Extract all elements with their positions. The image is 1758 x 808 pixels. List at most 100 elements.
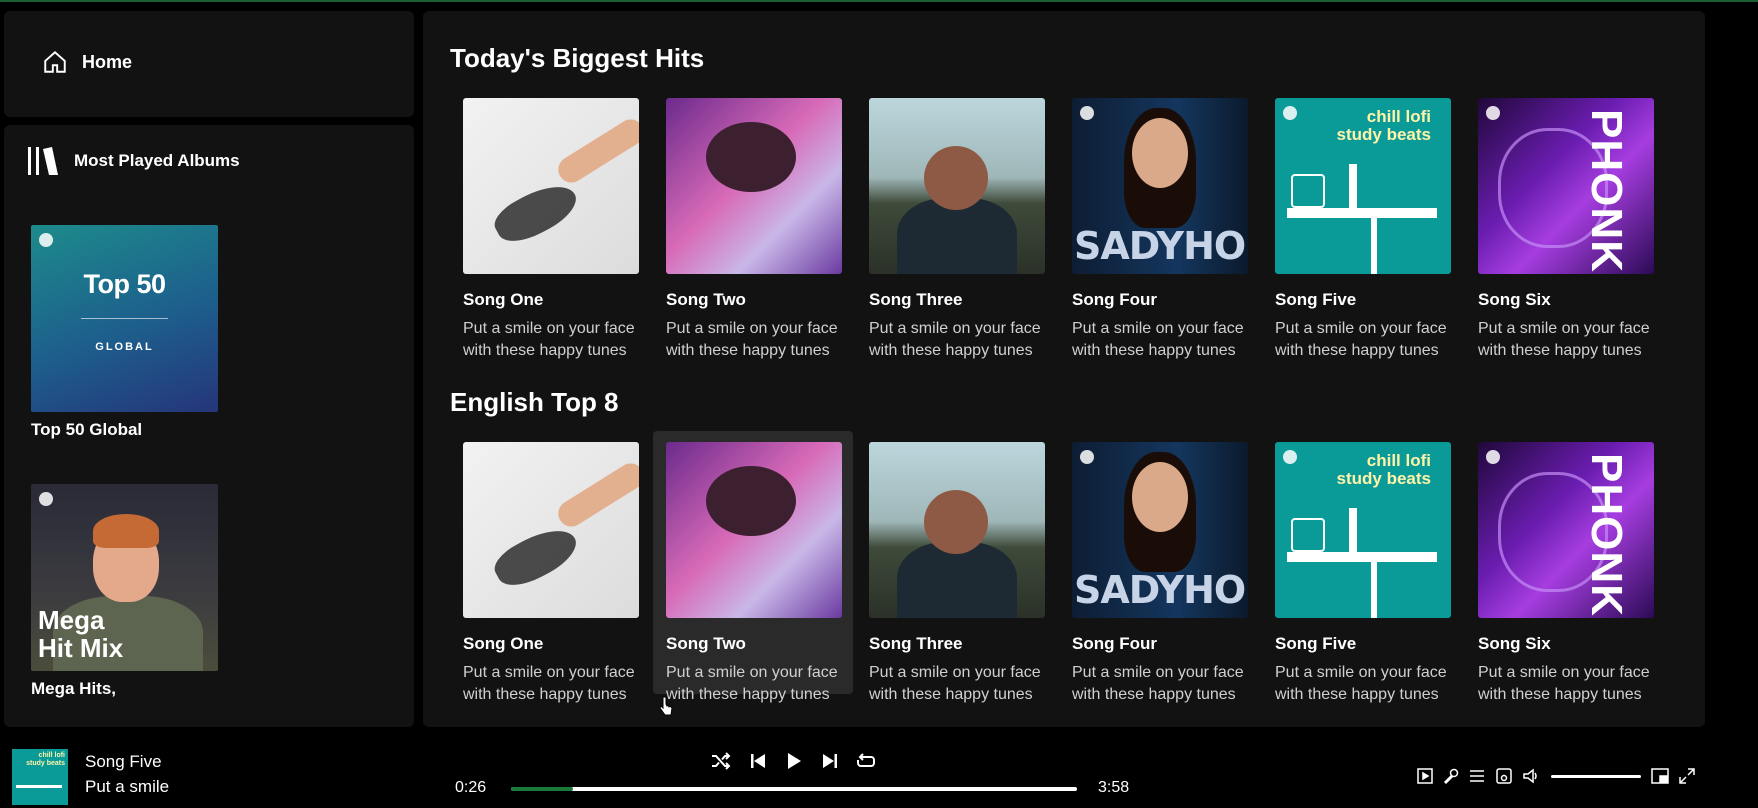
song-artwork [666, 442, 842, 618]
song-card[interactable]: SADYHOUR Song Four Put a smile on your f… [1059, 431, 1259, 703]
queue-button[interactable] [1467, 766, 1487, 786]
spotify-logo-icon [1283, 106, 1297, 120]
now-playing-artwork[interactable]: chill lofi study beats [12, 749, 68, 805]
song-description: Put a smile on your face with these happ… [1072, 320, 1244, 359]
song-artwork: chill lofi study beats [1275, 98, 1451, 274]
miniplayer-button[interactable] [1650, 766, 1670, 786]
song-description: Put a smile on your face with these happ… [463, 320, 635, 359]
sidebar-library-panel: Most Played Albums Top 50 GLOBAL Top 50 … [4, 125, 414, 727]
previous-button[interactable] [746, 749, 770, 773]
spotify-logo-icon [1486, 450, 1500, 464]
microphone-icon [1443, 768, 1459, 785]
song-title: Song One [463, 634, 544, 653]
song-card[interactable]: Song One Put a smile on your face with t… [450, 431, 650, 703]
cover-title: Top 50 [83, 269, 166, 299]
next-button[interactable] [818, 749, 842, 773]
cover-subtitle: GLOBAL [95, 341, 154, 353]
shuffle-icon [712, 752, 731, 770]
spotify-logo-icon [1080, 450, 1094, 464]
miniplayer-icon [1651, 768, 1669, 784]
song-title: Song Three [869, 634, 963, 653]
sidebar-home-link[interactable]: Home [42, 49, 132, 75]
spotify-logo-icon [39, 492, 53, 506]
album-name: Mega Hits, [31, 679, 117, 698]
cover-title: Mega Hit Mix [38, 605, 124, 663]
progress-bar[interactable] [511, 787, 1077, 791]
song-artwork [666, 98, 842, 274]
sidebar-album-top50[interactable]: Top 50 GLOBAL Top 50 Global [31, 225, 221, 440]
song-artwork: SADYHOUR [1072, 442, 1248, 618]
song-description: Put a smile on your face with these happ… [666, 320, 838, 359]
song-title: Song One [463, 290, 544, 309]
song-card[interactable]: Song Three Put a smile on your face with… [856, 87, 1056, 359]
song-description: Put a smile on your face with these happ… [666, 664, 838, 703]
volume-icon [1523, 768, 1537, 784]
now-playing-title[interactable]: Song Five [85, 752, 162, 772]
song-artwork [869, 98, 1045, 274]
song-description: Put a smile on your face with these happ… [1478, 664, 1650, 703]
song-card[interactable]: SADYHOUR Song Four Put a smile on your f… [1059, 87, 1259, 359]
sidebar-album-mega-hits[interactable]: Mega Hit Mix Mega Hits, [31, 484, 221, 699]
repeat-button[interactable] [854, 749, 878, 773]
song-card[interactable]: Song Three Put a smile on your face with… [856, 431, 1056, 703]
fullscreen-icon [1679, 768, 1695, 784]
song-card[interactable]: Song Two Put a smile on your face with t… [653, 87, 853, 359]
song-card[interactable]: PHONK Song Six Put a smile on your face … [1465, 431, 1665, 703]
artwork-text: PHONK [1582, 109, 1632, 273]
now-playing-view-button[interactable] [1415, 766, 1435, 786]
song-card[interactable]: chill lofi study beats Song Five Put a s… [1262, 87, 1462, 359]
song-description: Put a smile on your face with these happ… [1072, 664, 1244, 703]
main-content: Today's Biggest Hits Song One Put a smil… [423, 11, 1705, 727]
album-name: Top 50 Global [31, 420, 143, 439]
spotify-logo-icon [39, 233, 53, 247]
song-description: Put a smile on your face with these happ… [869, 320, 1041, 359]
artwork-text: SADYHOUR [1074, 568, 1248, 612]
song-card[interactable]: chill lofi study beats Song Five Put a s… [1262, 431, 1462, 703]
sidebar-home-panel: Home [4, 11, 414, 117]
song-description: Put a smile on your face with these happ… [1275, 320, 1447, 359]
song-card[interactable]: PHONK Song Six Put a smile on your face … [1465, 87, 1665, 359]
connect-device-button[interactable] [1494, 766, 1514, 786]
skip-forward-icon [823, 754, 837, 768]
artwork-text: chill lofi study beats [1336, 107, 1431, 144]
lyrics-button[interactable] [1441, 766, 1461, 786]
song-title: Song Four [1072, 290, 1157, 309]
song-artwork: PHONK [1478, 442, 1654, 618]
song-title: Song Five [1275, 290, 1357, 309]
device-icon [1496, 768, 1512, 784]
mouse-cursor-icon [659, 696, 673, 716]
current-time: 0:26 [455, 779, 487, 796]
library-header[interactable]: Most Played Albums [26, 145, 240, 177]
song-artwork [869, 442, 1045, 618]
song-title: Song Three [869, 290, 963, 309]
now-playing-view-icon [1417, 768, 1433, 784]
progress-fill [511, 787, 574, 791]
artwork-text: chill lofi study beats [26, 752, 65, 767]
shuffle-button[interactable] [709, 749, 733, 773]
song-card[interactable]: Song One Put a smile on your face with t… [450, 87, 650, 359]
song-title: Song Two [666, 634, 746, 653]
spotify-logo-icon [1283, 450, 1297, 464]
song-card[interactable]: Song Two Put a smile on your face with t… [653, 431, 853, 703]
section-title: English Top 8 [450, 387, 619, 417]
total-time: 3:58 [1098, 779, 1130, 796]
cover-figure-hair [93, 514, 159, 548]
volume-button[interactable] [1521, 766, 1541, 786]
artwork-text: chill lofi study beats [1336, 451, 1431, 488]
song-artwork: chill lofi study beats [1275, 442, 1451, 618]
song-artwork: SADYHOUR [1072, 98, 1248, 274]
spotify-logo-icon [1486, 106, 1500, 120]
song-description: Put a smile on your face with these happ… [869, 664, 1041, 703]
song-artwork [463, 442, 639, 618]
skip-back-icon [751, 754, 765, 768]
fullscreen-button[interactable] [1677, 766, 1697, 786]
queue-icon [1470, 770, 1484, 782]
song-description: Put a smile on your face with these happ… [463, 664, 635, 703]
spotify-logo-icon [1080, 106, 1094, 120]
volume-slider[interactable] [1551, 775, 1641, 778]
play-button[interactable] [782, 749, 806, 773]
now-playing-subtitle[interactable]: Put a smile [85, 777, 169, 797]
song-title: Song Six [1478, 290, 1551, 309]
song-artwork [463, 98, 639, 274]
section-title: Today's Biggest Hits [450, 43, 705, 73]
